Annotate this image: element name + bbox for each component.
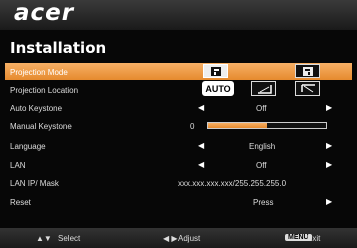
menu-row-lan-ip: LAN IP/ Mask xxx.xxx.xxx.xxx/255.255.255… [5, 174, 352, 191]
auto-location-button[interactable]: AUTO [202, 81, 234, 96]
left-arrow-icon[interactable]: ◀ [198, 103, 204, 112]
menu-row-manual-keystone[interactable]: Manual Keystone 0 [5, 117, 352, 134]
desk-mount-icon[interactable] [251, 81, 276, 96]
keystone-slider[interactable] [207, 122, 327, 129]
right-arrow-icon[interactable]: ▶ [326, 141, 332, 150]
rear-projection-icon[interactable] [295, 64, 320, 78]
up-down-arrows-icon: ▲▼ [36, 234, 52, 243]
auto-keystone-value: Off [256, 104, 267, 113]
ceiling-mount-icon[interactable] [295, 81, 320, 96]
menu-row-projection-mode[interactable]: Projection Mode [5, 63, 352, 80]
page-title: Installation [10, 39, 107, 57]
menu-row-reset[interactable]: Reset Press ▶ [5, 193, 352, 210]
lan-label: LAN [10, 161, 26, 170]
menu-row-auto-keystone[interactable]: Auto Keystone ◀ Off ▶ [5, 99, 352, 116]
right-arrow-icon[interactable]: ▶ [326, 103, 332, 112]
right-arrow-icon[interactable]: ▶ [326, 197, 332, 206]
language-value: English [249, 142, 276, 151]
menu-row-projection-location[interactable]: Projection Location AUTO [5, 81, 352, 98]
lan-ip-label: LAN IP/ Mask [10, 179, 59, 188]
osd-header: acer [0, 0, 357, 30]
projector-osd: acer Installation Projection Mode Projec… [0, 0, 357, 248]
footer-select-hint: Select [58, 234, 81, 243]
footer-adjust-hint: Adjust [178, 234, 201, 243]
menu-row-language[interactable]: Language ◀ English ▶ [5, 137, 352, 154]
front-projection-icon[interactable] [203, 64, 228, 78]
left-arrow-icon[interactable]: ◀ [198, 160, 204, 169]
projection-mode-label: Projection Mode [10, 68, 68, 77]
left-arrow-icon[interactable]: ◀ [198, 141, 204, 150]
osd-footer: ▲▼ Select ◀ ▶ Adjust MENU Exit [0, 228, 357, 248]
lan-ip-value: xxx.xxx.xxx.xxx/255.255.255.0 [178, 179, 287, 188]
language-label: Language [10, 142, 46, 151]
brand-logo: acer [14, 0, 75, 26]
keystone-slider-fill [208, 123, 267, 128]
left-right-arrows-icon: ◀ ▶ [163, 234, 178, 243]
right-arrow-icon[interactable]: ▶ [326, 160, 332, 169]
manual-keystone-label: Manual Keystone [10, 122, 72, 131]
manual-keystone-value: 0 [190, 122, 195, 131]
menu-row-lan[interactable]: LAN ◀ Off ▶ [5, 156, 352, 173]
auto-keystone-label: Auto Keystone [10, 104, 63, 113]
projection-location-label: Projection Location [10, 86, 79, 95]
reset-value: Press [253, 198, 274, 207]
reset-label: Reset [10, 198, 31, 207]
lan-value: Off [256, 161, 267, 170]
footer-exit-hint: Exit [307, 234, 321, 243]
